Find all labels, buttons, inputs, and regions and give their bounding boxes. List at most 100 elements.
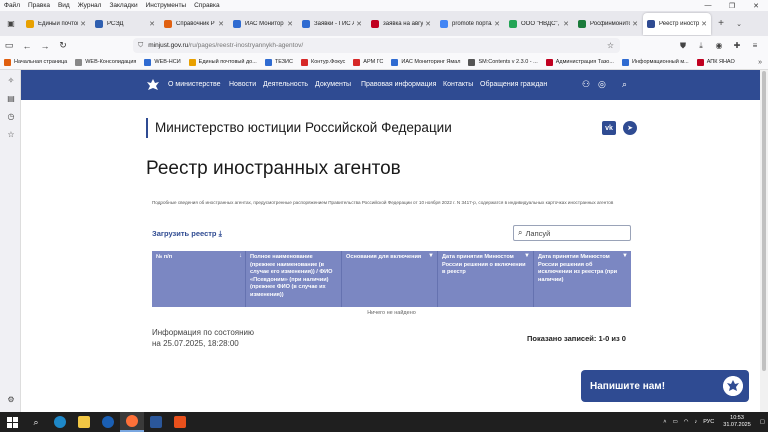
reload-icon[interactable]: ↻ bbox=[54, 37, 72, 55]
browser-tab[interactable]: Росфинмонито ✕ bbox=[574, 13, 642, 35]
close-window-button[interactable]: ✕ bbox=[744, 0, 768, 11]
filter-icon[interactable]: ▼ bbox=[428, 253, 434, 261]
browser-tab[interactable]: Реестр иностр ✕ bbox=[643, 12, 711, 35]
tab-close-icon[interactable]: ✕ bbox=[80, 20, 86, 28]
tray-language[interactable]: РУС bbox=[703, 419, 714, 425]
page-scrollbar[interactable] bbox=[760, 70, 768, 412]
minimize-button[interactable]: — bbox=[696, 0, 720, 11]
browser-tab[interactable]: ООО "НВДС", ✕ bbox=[505, 13, 573, 35]
bookmark-item[interactable]: ИАС Мониторинг Ямал bbox=[391, 58, 460, 66]
bookmark-item[interactable]: Начальная страница bbox=[4, 58, 67, 66]
tray-clock[interactable]: 10:53 31.07.2025 bbox=[723, 415, 751, 429]
nav-link-legal[interactable]: Правовая информация bbox=[361, 81, 436, 88]
tab-close-icon[interactable]: ✕ bbox=[425, 20, 431, 28]
browser-tab[interactable]: Справочник Р ✕ bbox=[160, 13, 228, 35]
tab-close-icon[interactable]: ✕ bbox=[563, 20, 569, 28]
nav-link-appeals[interactable]: Обращения граждан bbox=[480, 81, 547, 88]
taskbar-firefox-icon[interactable] bbox=[120, 412, 144, 432]
browser-tab[interactable]: заявка на август 2✕ bbox=[367, 13, 435, 35]
account-icon[interactable]: ◉ bbox=[710, 41, 728, 50]
tab-close-icon[interactable]: ✕ bbox=[494, 20, 500, 28]
ai-chat-icon[interactable]: ✧ bbox=[6, 76, 16, 86]
menu-file[interactable]: Файл bbox=[0, 2, 24, 9]
bookmark-item[interactable]: Единый почтовый до... bbox=[188, 58, 257, 66]
menu-view[interactable]: Вид bbox=[54, 2, 74, 9]
menu-edit[interactable]: Правка bbox=[24, 2, 54, 9]
nav-link-news[interactable]: Новости bbox=[229, 81, 256, 88]
col-full-name[interactable]: Полное наименование (прежнее наименовани… bbox=[246, 251, 342, 307]
tray-volume-icon[interactable]: ♪ bbox=[695, 419, 698, 425]
new-tab-button[interactable]: + bbox=[712, 13, 730, 35]
col-grounds[interactable]: Основания для включения ▼ bbox=[342, 251, 438, 307]
menu-help[interactable]: Справка bbox=[190, 2, 224, 9]
forward-icon[interactable]: → bbox=[36, 37, 54, 55]
bookmark-item[interactable]: Контур.Фокус bbox=[300, 58, 345, 66]
download-registry-link[interactable]: Загрузить реестр ⤓ bbox=[152, 229, 222, 239]
nav-link-contacts[interactable]: Контакты bbox=[443, 81, 473, 88]
bookmark-item[interactable]: АРМ ГС bbox=[353, 58, 383, 66]
menu-tools[interactable]: Инструменты bbox=[142, 2, 191, 9]
col-number[interactable]: № п/п ↓ bbox=[152, 251, 246, 307]
filter-icon[interactable]: ▼ bbox=[622, 253, 628, 261]
reading-icon[interactable]: ▤ bbox=[6, 94, 16, 104]
start-button[interactable] bbox=[0, 412, 24, 432]
ministry-emblem-icon[interactable] bbox=[145, 77, 161, 93]
bookmarks-icon[interactable]: ☆ bbox=[6, 130, 16, 140]
bookmark-item[interactable]: ТЕЗИС bbox=[264, 58, 293, 66]
scrollbar-thumb[interactable] bbox=[762, 71, 766, 371]
taskbar-yandex-icon[interactable] bbox=[96, 412, 120, 432]
sidebar-settings-icon[interactable]: ⚙ bbox=[6, 395, 16, 405]
browser-tab[interactable]: РСЭД ✕ bbox=[91, 13, 159, 35]
tab-close-icon[interactable]: ✕ bbox=[287, 20, 293, 28]
telegram-icon[interactable]: ➤ bbox=[623, 121, 637, 135]
tab-close-icon[interactable]: ✕ bbox=[356, 20, 362, 28]
bookmark-star-icon[interactable]: ☆ bbox=[607, 41, 614, 50]
vk-icon[interactable]: vk bbox=[602, 121, 616, 135]
maximize-button[interactable]: ❐ bbox=[720, 0, 744, 11]
nav-link-about[interactable]: О министерстве bbox=[168, 81, 221, 88]
accessibility-eye-icon[interactable]: ◎ bbox=[598, 79, 606, 90]
bookmark-item[interactable]: SM:Contents v 2.3.0 - ... bbox=[468, 58, 538, 66]
back-icon[interactable]: ← bbox=[18, 37, 36, 55]
bookmarks-overflow-icon[interactable]: » bbox=[758, 59, 762, 66]
tray-overflow-icon[interactable]: ˄ bbox=[663, 419, 666, 425]
browser-tab[interactable]: Заявки - ГИС А ✕ bbox=[298, 13, 366, 35]
address-bar[interactable]: ⛉ minjust.gov.ru /ru/pages/reestr-inostr… bbox=[133, 38, 620, 53]
extensions-icon[interactable]: ✚ bbox=[728, 41, 746, 50]
tab-close-icon[interactable]: ✕ bbox=[632, 20, 638, 28]
registry-search-input[interactable] bbox=[525, 228, 616, 238]
taskbar-app-icon[interactable] bbox=[168, 412, 192, 432]
tray-wifi-icon[interactable]: ◠ bbox=[684, 419, 689, 425]
nav-link-activity[interactable]: Деятельность bbox=[263, 81, 308, 88]
nav-link-documents[interactable]: Документы bbox=[315, 81, 351, 88]
bookmark-item[interactable]: Информационный м... bbox=[621, 58, 689, 66]
list-tabs-button[interactable]: ⌄ bbox=[730, 13, 748, 35]
browser-tab[interactable]: Единый почтов ✕ bbox=[22, 13, 90, 35]
chat-widget-button[interactable]: Напишите нам! bbox=[581, 370, 749, 402]
user-icon[interactable]: ⚇ bbox=[582, 79, 590, 90]
notifications-icon[interactable]: ▢ bbox=[760, 419, 765, 425]
browser-tab[interactable]: promote портал ✕ bbox=[436, 13, 504, 35]
history-icon[interactable]: ◷ bbox=[6, 112, 16, 122]
taskbar-word-icon[interactable] bbox=[144, 412, 168, 432]
pocket-icon[interactable]: ⛊ bbox=[674, 41, 692, 51]
bookmark-item[interactable]: WEB-НСИ bbox=[144, 58, 181, 66]
menu-icon[interactable]: ≡ bbox=[746, 41, 764, 50]
menu-bookmarks[interactable]: Закладки bbox=[105, 2, 141, 9]
tab-overview-icon[interactable]: ▣ bbox=[0, 11, 22, 36]
tab-close-icon[interactable]: ✕ bbox=[149, 20, 155, 28]
col-exclusion-date[interactable]: Дата принятия Минюстом России решения об… bbox=[534, 251, 631, 307]
download-icon[interactable]: ⤓ bbox=[692, 41, 710, 51]
tab-close-icon[interactable]: ✕ bbox=[218, 20, 224, 28]
taskbar-search-icon[interactable]: ⌕ bbox=[24, 412, 48, 432]
taskbar-explorer-icon[interactable] bbox=[72, 412, 96, 432]
bookmark-item[interactable]: АПК ЯНАО bbox=[696, 58, 735, 66]
filter-icon[interactable]: ▼ bbox=[524, 253, 530, 261]
taskbar-edge-icon[interactable] bbox=[48, 412, 72, 432]
sidebar-toggle-icon[interactable]: ▭ bbox=[0, 37, 18, 55]
browser-tab[interactable]: ИАС Монитор ✕ bbox=[229, 13, 297, 35]
tab-close-icon[interactable]: ✕ bbox=[701, 20, 707, 28]
bookmark-item[interactable]: Администрация Тазо... bbox=[545, 58, 614, 66]
site-search-icon[interactable]: ⌕ bbox=[622, 79, 627, 90]
col-inclusion-date[interactable]: Дата принятия Минюстом России решения о … bbox=[438, 251, 534, 307]
